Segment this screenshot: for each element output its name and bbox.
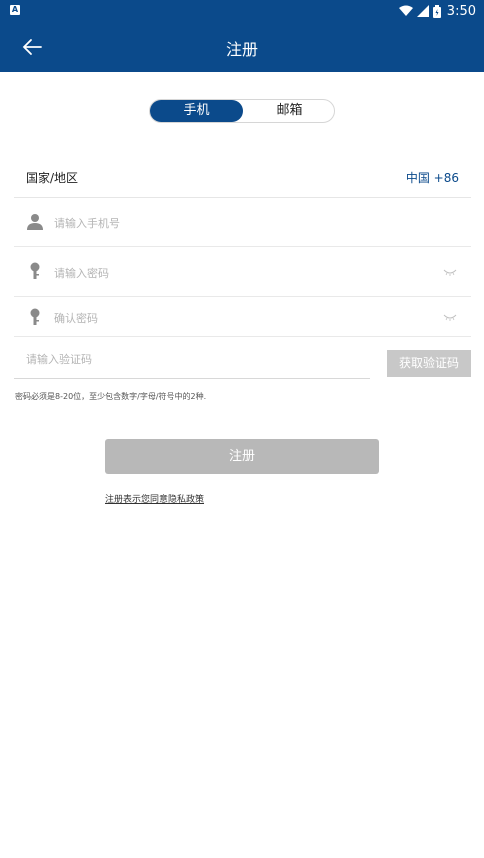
page-title: 注册 bbox=[225, 40, 258, 59]
phone-input[interactable] bbox=[54, 213, 434, 233]
phone-field-row bbox=[14, 198, 471, 247]
status-icons: 3:50 bbox=[398, 2, 476, 20]
battery-icon bbox=[432, 4, 441, 18]
country-label: 国家/地区 bbox=[26, 171, 79, 185]
privacy-policy-link[interactable]: 注册表示您同意隐私政策 bbox=[105, 492, 204, 505]
password-hint: 密码必须是8-20位，至少包含数字/字母/符号中的2种. bbox=[15, 392, 207, 401]
confirm-password-input[interactable] bbox=[54, 308, 434, 328]
wifi-icon bbox=[398, 5, 413, 16]
app-bar: 注册 bbox=[0, 22, 484, 72]
signal-icon bbox=[416, 5, 429, 17]
country-selector[interactable]: 国家/地区 中国 +86 bbox=[14, 160, 471, 198]
eye-closed-icon[interactable] bbox=[443, 268, 457, 276]
verification-code-row bbox=[14, 337, 370, 379]
register-button[interactable]: 注册 bbox=[105, 439, 379, 474]
verification-code-input[interactable] bbox=[26, 350, 356, 368]
password-field-row bbox=[14, 247, 471, 297]
key-icon bbox=[30, 262, 40, 279]
password-input[interactable] bbox=[54, 263, 434, 283]
get-code-button[interactable]: 获取验证码 bbox=[387, 350, 471, 377]
tab-email[interactable]: 邮箱 bbox=[243, 100, 336, 122]
register-method-tabs: 手机 邮箱 bbox=[149, 99, 335, 123]
status-time: 3:50 bbox=[446, 3, 476, 19]
country-code[interactable]: 中国 +86 bbox=[406, 169, 459, 186]
user-icon bbox=[27, 214, 43, 230]
status-bar: A 3:50 bbox=[0, 0, 484, 22]
tab-phone[interactable]: 手机 bbox=[150, 100, 243, 122]
notification-icon: A bbox=[10, 5, 20, 15]
eye-closed-icon[interactable] bbox=[443, 313, 457, 321]
key-icon bbox=[30, 308, 40, 325]
confirm-password-field-row bbox=[14, 297, 471, 337]
